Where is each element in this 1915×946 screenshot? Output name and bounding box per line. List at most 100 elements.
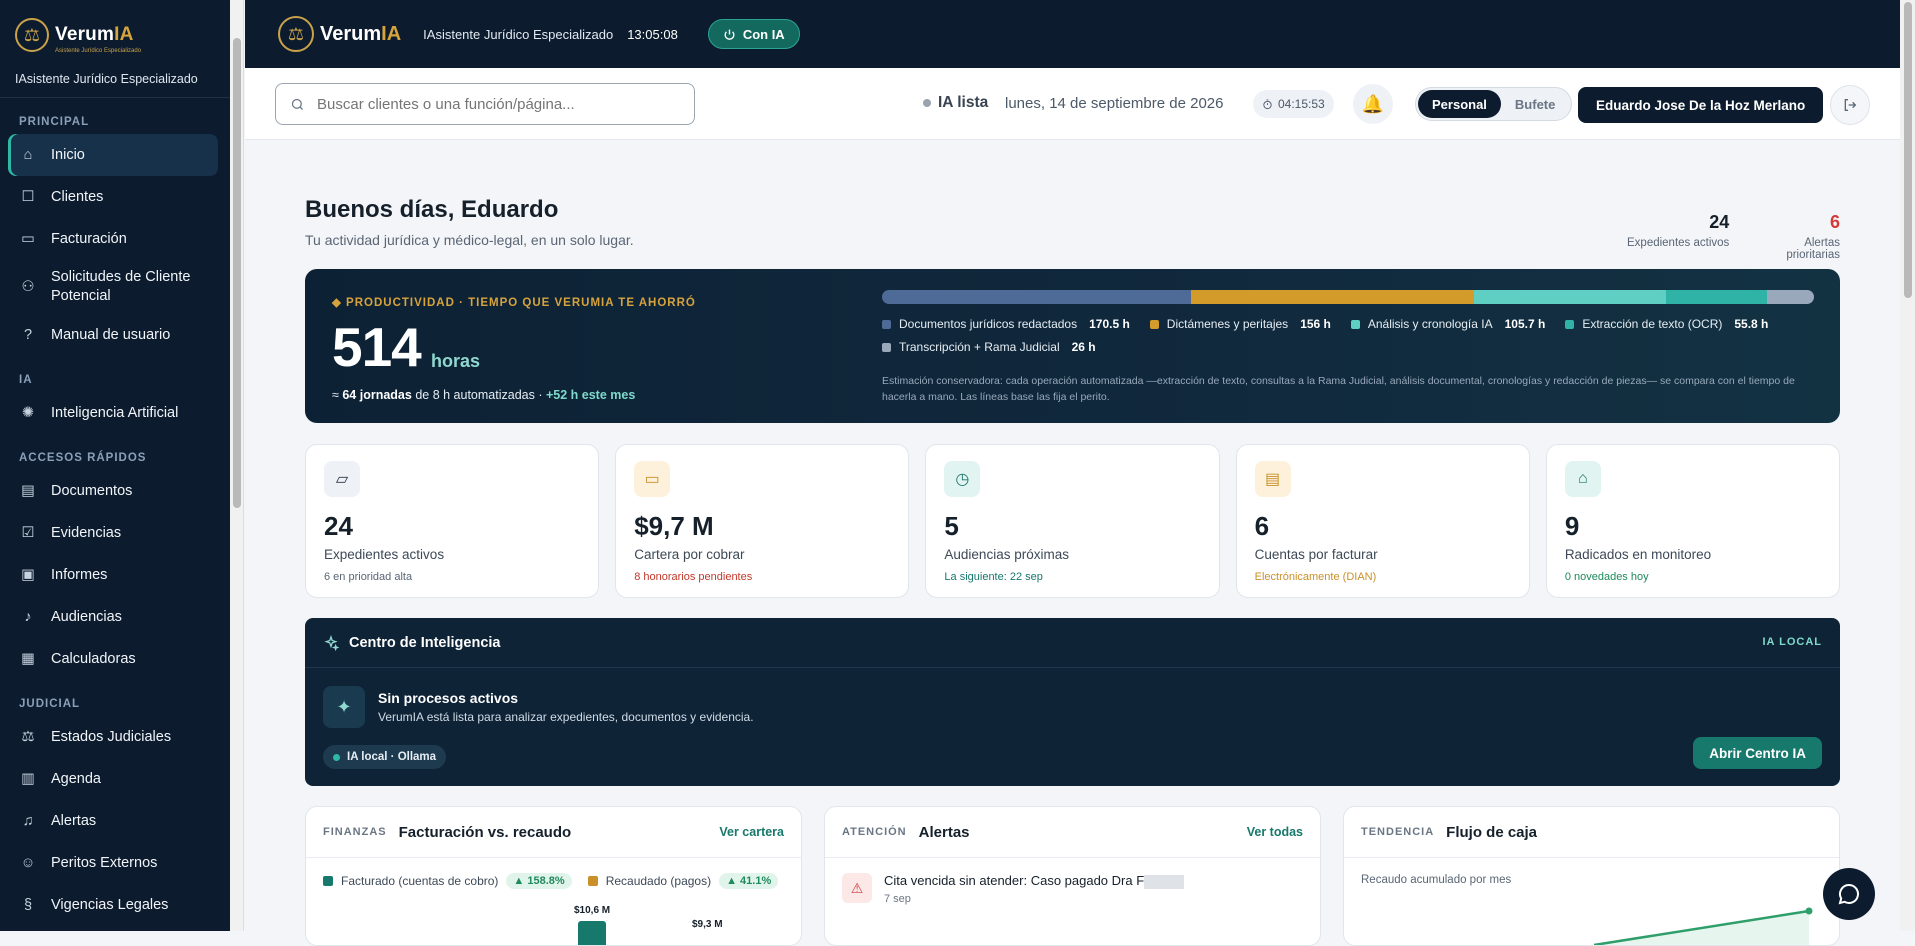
sidebar-logo[interactable]: ⚖ VerumIA (15, 18, 215, 52)
warning-icon: ⚠ (842, 873, 872, 903)
kpi-card[interactable]: ▤ 6 Cuentas por facturar Electrónicamente (… (1235, 444, 1530, 598)
view-all-alerts-link[interactable]: Ver todas (1247, 825, 1303, 839)
ai-toggle-label: Con IA (742, 26, 785, 42)
productivity-bar-segment (1191, 290, 1474, 304)
logout-button[interactable] (1830, 85, 1870, 125)
user-profile-button[interactable]: Eduardo Jose De la Hoz Merlano (1578, 87, 1824, 123)
sidebar-scrollbar[interactable] (230, 0, 244, 931)
sidebar-item-clientes[interactable]: ☐ Clientes (0, 176, 222, 218)
sidebar-item-label: Documentos (51, 483, 133, 499)
sidebar-item-peritos-externos[interactable]: ☺ Peritos Externos (0, 842, 222, 884)
chat-button[interactable] (1823, 868, 1875, 920)
bell-icon: 🔔 (1361, 93, 1385, 114)
kpi-subtext: Electrónicamente (DIAN) (1254, 571, 1377, 583)
scales-logo-icon: ⚖ (15, 18, 49, 52)
top-logo[interactable]: ⚖ VerumIA (278, 16, 401, 52)
panel-title: Facturación vs. recaudo (398, 823, 572, 841)
folder-icon: ▱ (324, 461, 360, 497)
sidebar-item-agenda[interactable]: ▥ Agenda (0, 758, 222, 800)
kpi-subtext: 8 honorarios pendientes (634, 571, 753, 583)
sidebar-item-vigencias-legales[interactable]: § Vigencias Legales (0, 884, 222, 926)
legend-swatch (323, 876, 333, 886)
legend-value: 55.8 h (1734, 317, 1769, 331)
sidebar-item-estados-judiciales[interactable]: ⚖ Estados Judiciales (0, 716, 222, 758)
help-icon: ? (23, 327, 33, 343)
legend-label: Extracción de texto (OCR) (1582, 317, 1723, 331)
alerts-panel-header: ATENCIÓN Alertas Ver todas (825, 807, 1320, 858)
notifications-bell-button[interactable]: 🔔 (1353, 84, 1393, 124)
sidebar-item-label: Vigencias Legales (51, 897, 169, 913)
cashflow-panel-header: TENDENCIA Flujo de caja (1344, 807, 1839, 858)
search-input[interactable] (317, 95, 677, 113)
search-icon (291, 98, 303, 110)
panel-title: Alertas (918, 823, 970, 841)
sidebar-item-inicio[interactable]: ⌂ Inicio (8, 134, 218, 176)
growth-badge: ▲ 158.8% (506, 873, 572, 889)
sidebar: ⚖ VerumIA Asistente Jurídico Especializa… (0, 0, 230, 931)
sidebar-item-calculadoras[interactable]: ▦ Calculadoras (0, 638, 222, 680)
brand-tagline: Asistente Jurídico Especializado (55, 48, 142, 54)
law-icon: § (23, 897, 33, 913)
legend-item: Extracción de texto (OCR) 55.8 h (1565, 317, 1768, 331)
sidebar-item-documentos[interactable]: ▤ Documentos (0, 470, 222, 512)
scales-logo-icon: ⚖ (278, 16, 314, 52)
alert-title: Cita vencida sin atender: Caso pagado Dr… (884, 873, 1185, 889)
sidebar-item-solicitudes-de-cliente-potencial[interactable]: ⚇ Solicitudes de Cliente Potencial (0, 260, 222, 314)
local-ai-chip: IA local · Ollama (323, 745, 447, 769)
sidebar-item-facturación[interactable]: ▭ Facturación (0, 218, 222, 260)
mode-personal-button[interactable]: Personal (1418, 90, 1501, 118)
intelligence-center: Centro de Inteligencia IA LOCAL ✦ Sin pr… (305, 618, 1840, 786)
alert-title-text: Cita vencida sin atender: Caso pagado Dr… (884, 873, 1145, 888)
search-box[interactable] (275, 83, 695, 125)
sparkles-icon (324, 634, 339, 651)
sidebar-scrollbar-thumb[interactable] (233, 38, 241, 508)
sidebar-item-audiencias[interactable]: ♪ Audiencias (0, 596, 222, 638)
stopwatch-icon (1263, 98, 1272, 109)
legend-label: Facturado (cuentas de cobro) (341, 874, 499, 888)
kpi-card[interactable]: ⌂ 9 Radicados en monitoreo 0 novedades hoy (1545, 444, 1841, 598)
logout-icon (1844, 99, 1857, 111)
user-plus-icon: ⚇ (21, 278, 35, 295)
expert-icon: ☺ (20, 855, 36, 871)
scale-icon: ⚖ (21, 729, 35, 745)
sidebar-item-informes[interactable]: ▣ Informes (0, 554, 222, 596)
wallet-icon: ▭ (21, 231, 35, 247)
legend-label: Transcripción + Rama Judicial (899, 340, 1060, 354)
stat-active-files: 24 Expedientes activos (1627, 212, 1729, 249)
timer-value: 04:15:53 (1278, 97, 1325, 111)
sidebar-item-manual-de-usuario[interactable]: ? Manual de usuario (0, 314, 222, 356)
open-ai-center-button[interactable]: Abrir Centro IA (1693, 737, 1822, 769)
legend-swatch (1149, 319, 1159, 329)
alert-item[interactable]: ⚠ Cita vencida sin atender: Caso pagado … (842, 873, 1185, 905)
kpi-card[interactable]: ◷ 5 Audiencias próximas La siguiente: 22 se… (925, 444, 1220, 598)
summary-bold: 64 jornadas (342, 388, 412, 402)
productivity-bar-segment (882, 290, 1192, 304)
productivity-kicker: ◆ PRODUCTIVIDAD · TIEMPO QUE VERUMIA TE … (332, 297, 696, 309)
sidebar-item-label: Inteligencia Artificial (51, 405, 179, 421)
sidebar-item-label: Evidencias (51, 525, 122, 541)
sidebar-item-inteligencia-artificial[interactable]: ✺ Inteligencia Artificial (0, 392, 222, 434)
kpi-value: 24 (324, 511, 353, 541)
stat-value: 24 (1709, 212, 1730, 232)
sidebar-item-label: Solicitudes de Cliente Potencial (51, 269, 191, 304)
page-scrollbar-thumb[interactable] (1904, 2, 1912, 298)
sidebar-item-evidencias[interactable]: ☑ Evidencias (0, 512, 222, 554)
top-bar: ⚖ VerumIA IAsistente Jurídico Especializ… (245, 0, 1900, 68)
kpi-card[interactable]: ▱ 24 Expedientes activos 6 en prioridad alt… (305, 444, 600, 598)
ai-toggle-button[interactable]: Con IA (707, 19, 800, 49)
sidebar-item-alertas[interactable]: ♫ Alertas (0, 800, 222, 842)
productivity-hours: 514 (332, 316, 422, 378)
intelligence-title: Centro de Inteligencia (349, 634, 501, 651)
legend-item: Documentos jurídicos redactados 170.5 h (882, 317, 1130, 331)
bell-icon: ♫ (22, 813, 34, 829)
sidebar-item-label: Informes (51, 567, 108, 583)
productivity-note: Estimación conservadora: cada operación … (882, 375, 1795, 403)
kpi-card[interactable]: ▭ $9,7 M Cartera por cobrar 8 honorarios pe… (615, 444, 910, 598)
view-portfolio-link[interactable]: Ver cartera (719, 825, 784, 839)
page-scrollbar[interactable] (1900, 0, 1915, 931)
mode-bufete-button[interactable]: Bufete (1501, 90, 1569, 118)
document-icon: ▤ (21, 483, 35, 499)
evidence-icon: ☑ (21, 525, 35, 541)
sidebar-item-label: Peritos Externos (51, 855, 158, 871)
productivity-summary: ≈ 64 jornadas de 8 h automatizadas · +52… (332, 388, 635, 402)
